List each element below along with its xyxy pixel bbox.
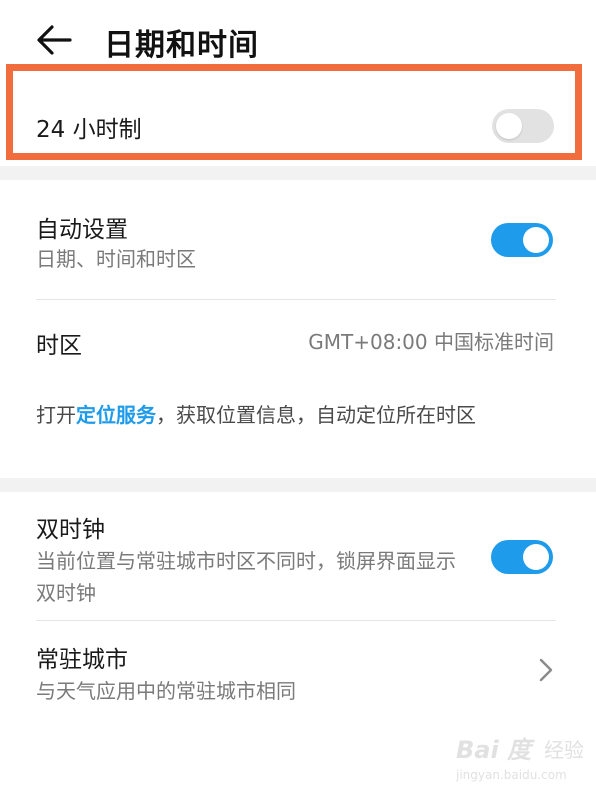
section-separator [0,166,596,180]
hour24-setting-row[interactable]: 24 小时制 [6,64,582,160]
toggle-knob [523,544,549,570]
page-title: 日期和时间 [104,28,259,63]
home-city-subtitle: 与天气应用中的常驻城市相同 [36,679,296,703]
toggle-knob [496,113,522,139]
dual-clock-subtitle: 当前位置与常驻城市时区不同时，锁屏界面显示双时钟 [36,549,456,605]
location-info-suffix: ，获取位置信息，自动定位所在时区 [156,403,476,427]
dual-clock-label: 双时钟 [36,517,105,543]
auto-setting-subtitle: 日期、时间和时区 [36,247,196,271]
auto-setting-toggle[interactable] [491,223,553,257]
dual-clock-toggle[interactable] [491,540,553,574]
timezone-value: GMT+08:00 中国标准时间 [308,330,554,354]
hour24-label: 24 小时制 [36,117,142,143]
timezone-label: 时区 [36,333,82,359]
auto-setting-label: 自动设置 [36,217,128,243]
location-info-prefix: 打开 [36,403,76,427]
home-city-label: 常驻城市 [36,647,128,673]
watermark-url: jingyan.baidu.com [456,768,567,782]
chevron-right-icon[interactable] [536,656,556,684]
toggle-knob [523,227,549,253]
section-separator [0,478,596,492]
baidu-logo: Bai 度 [456,736,532,764]
watermark-suffix: 经验 [544,738,584,762]
divider [36,620,556,621]
location-info-text: 打开定位服务，获取位置信息，自动定位所在时区 [36,398,536,432]
back-arrow-icon[interactable] [34,22,74,58]
divider [36,299,556,300]
hour24-toggle[interactable] [492,109,554,143]
location-service-link[interactable]: 定位服务 [76,403,156,427]
baidu-jingyan-watermark: Bai 度 经验 jingyan.baidu.com [456,730,586,790]
